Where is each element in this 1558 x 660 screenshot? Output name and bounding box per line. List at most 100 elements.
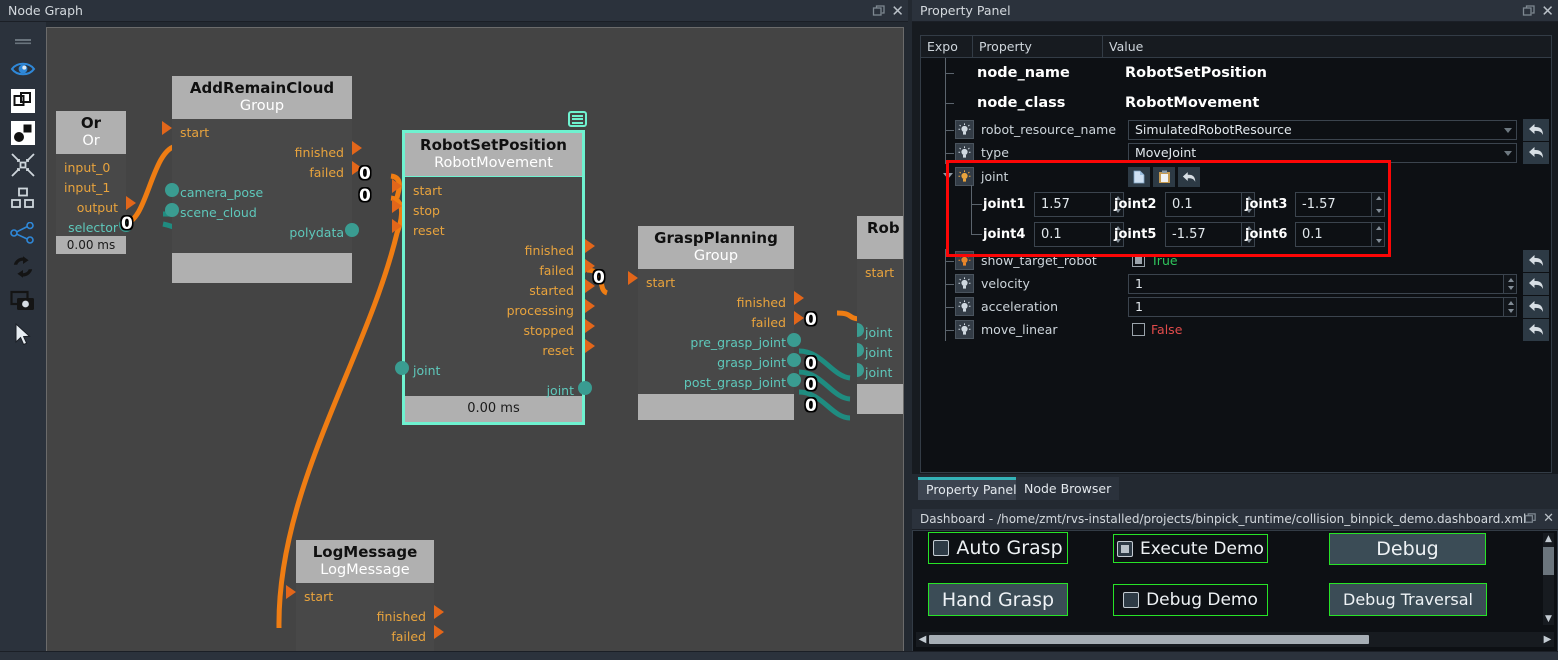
revert-icon[interactable] bbox=[1523, 118, 1549, 141]
column-header-property[interactable]: Property bbox=[973, 36, 1103, 57]
scroll-down-arrow[interactable]: ▼ bbox=[1543, 613, 1554, 625]
revert-icon[interactable] bbox=[1523, 295, 1549, 318]
revert-icon[interactable] bbox=[1523, 249, 1549, 272]
move-linear-checkbox[interactable] bbox=[1132, 323, 1145, 336]
port-start[interactable]: start bbox=[180, 126, 209, 140]
port-failed[interactable]: failed bbox=[751, 316, 786, 330]
property-row-type[interactable]: type MoveJoint bbox=[921, 141, 1551, 164]
close-icon[interactable]: ✕ bbox=[1541, 3, 1554, 18]
port-polydata[interactable]: polydata bbox=[289, 226, 344, 240]
debug-button[interactable]: Debug bbox=[1329, 533, 1486, 565]
velocity-stepper[interactable] bbox=[1503, 274, 1516, 293]
port-stop[interactable]: stop bbox=[413, 204, 440, 218]
expose-bulb-icon[interactable] bbox=[955, 251, 974, 270]
property-row-node_name[interactable]: node_name RobotSetPosition bbox=[921, 58, 1551, 88]
auto-grasp-checkbox[interactable] bbox=[933, 540, 950, 556]
property-row-show_target_robot[interactable]: show_target_robot True bbox=[921, 249, 1551, 272]
close-icon[interactable]: ✕ bbox=[1543, 512, 1554, 526]
joint-row-1[interactable]: joint1 1.57 joint2 0.1 joint3 -1.57 bbox=[921, 185, 1551, 219]
expose-bulb-icon[interactable] bbox=[955, 274, 974, 293]
column-header-expo[interactable]: Expo bbox=[921, 36, 973, 57]
port-joint-2[interactable]: joint bbox=[865, 346, 892, 360]
layout-icon[interactable] bbox=[8, 184, 38, 214]
joint-row-2[interactable]: joint4 0.1 joint5 -1.57 joint6 0.1 bbox=[921, 204, 1551, 249]
close-icon[interactable]: ✕ bbox=[891, 3, 904, 18]
port-reset-in[interactable]: reset bbox=[413, 224, 445, 238]
node-robotsetposition[interactable]: RobotSetPosition RobotMovement start sto… bbox=[392, 130, 595, 425]
port-finished[interactable]: finished bbox=[377, 610, 426, 624]
expose-bulb-icon[interactable] bbox=[955, 320, 974, 339]
execute-demo-checkbox[interactable] bbox=[1117, 540, 1134, 557]
port-started[interactable]: started bbox=[529, 284, 574, 298]
paste-icon[interactable] bbox=[1153, 166, 1175, 187]
auto-grasp-control[interactable]: Auto Grasp bbox=[928, 532, 1068, 564]
acceleration-stepper[interactable] bbox=[1503, 297, 1516, 316]
port-start[interactable]: start bbox=[865, 266, 894, 280]
expose-bulb-icon[interactable] bbox=[955, 120, 974, 139]
port-input_1[interactable]: input_1 bbox=[64, 181, 110, 195]
joint4-input[interactable]: 0.1 bbox=[1034, 221, 1124, 247]
port-finished[interactable]: finished bbox=[525, 244, 574, 258]
node-addremaincloud[interactable]: AddRemainCloud Group start finished fail… bbox=[162, 76, 362, 283]
scroll-left-arrow[interactable]: ◀ bbox=[916, 634, 929, 645]
eye-icon[interactable] bbox=[8, 54, 38, 84]
port-input_0[interactable]: input_0 bbox=[64, 161, 110, 175]
show-target-robot-checkbox[interactable] bbox=[1132, 254, 1145, 267]
group-nodes-icon[interactable] bbox=[8, 118, 38, 148]
grip-handle-icon[interactable] bbox=[8, 26, 38, 56]
port-stopped[interactable]: stopped bbox=[523, 324, 574, 338]
property-row-node_class[interactable]: node_class RobotMovement bbox=[921, 88, 1551, 118]
node-rob-partial[interactable]: Rob start joint joint joint bbox=[857, 216, 903, 414]
port-grasp_joint[interactable]: grasp_joint bbox=[717, 356, 786, 370]
expose-bulb-icon[interactable] bbox=[955, 297, 974, 316]
screenshot-icon[interactable] bbox=[8, 286, 38, 316]
acceleration-input[interactable]: 1 bbox=[1128, 296, 1517, 317]
node-graspplanning[interactable]: GraspPlanning Group start finished faile… bbox=[628, 226, 804, 420]
port-camera_pose[interactable]: camera_pose bbox=[180, 186, 263, 200]
joint3-stepper[interactable] bbox=[1371, 192, 1384, 216]
graph-canvas[interactable]: Or Or input_0 input_1 output selector 0.… bbox=[46, 27, 904, 655]
property-row-joint[interactable]: joint bbox=[921, 164, 1551, 189]
select-all-icon[interactable] bbox=[8, 86, 38, 116]
restore-icon[interactable] bbox=[872, 4, 886, 18]
port-output[interactable]: output bbox=[77, 201, 118, 215]
copy-icon[interactable] bbox=[1128, 166, 1150, 187]
scroll-up-arrow[interactable]: ▲ bbox=[1543, 533, 1554, 545]
property-row-move_linear[interactable]: move_linear False bbox=[921, 318, 1551, 341]
restore-icon[interactable] bbox=[1524, 512, 1538, 526]
port-failed[interactable]: failed bbox=[539, 264, 574, 278]
joint5-input[interactable]: -1.57 bbox=[1165, 221, 1255, 247]
property-row-velocity[interactable]: velocity 1 bbox=[921, 272, 1551, 295]
property-row-robot_resource_name[interactable]: robot_resource_name SimulatedRobotResour… bbox=[921, 118, 1551, 141]
port-joint-3[interactable]: joint bbox=[865, 366, 892, 380]
port-selector[interactable]: selector bbox=[68, 221, 118, 235]
port-scene_cloud[interactable]: scene_cloud bbox=[180, 206, 257, 220]
port-post_grasp_joint[interactable]: post_grasp_joint bbox=[684, 376, 786, 390]
robot-resource-name-combo[interactable]: SimulatedRobotResource bbox=[1128, 119, 1517, 140]
node-or[interactable]: Or Or input_0 input_1 output selector 0.… bbox=[56, 111, 136, 254]
joint6-stepper[interactable] bbox=[1371, 222, 1384, 246]
hand-grasp-button[interactable]: Hand Grasp bbox=[928, 583, 1068, 616]
port-joint-1[interactable]: joint bbox=[865, 326, 892, 340]
property-row-acceleration[interactable]: acceleration 1 bbox=[921, 295, 1551, 318]
debug-demo-control[interactable]: Debug Demo bbox=[1113, 584, 1268, 616]
expose-bulb-icon[interactable] bbox=[955, 143, 974, 162]
node-menu-icon[interactable] bbox=[568, 111, 587, 127]
chevron-down-icon[interactable] bbox=[943, 173, 953, 179]
dashboard-hscroll-thumb[interactable] bbox=[929, 635, 1369, 644]
scroll-right-arrow[interactable]: ▶ bbox=[1541, 634, 1554, 645]
dashboard-horizontal-scrollbar[interactable]: ◀ ▶ bbox=[916, 632, 1554, 647]
port-finished[interactable]: finished bbox=[295, 146, 344, 160]
velocity-input[interactable]: 1 bbox=[1128, 273, 1517, 294]
tab-node-browser[interactable]: Node Browser bbox=[1016, 477, 1120, 500]
dashboard-vscroll-thumb[interactable] bbox=[1543, 547, 1554, 575]
type-combo[interactable]: MoveJoint bbox=[1128, 142, 1517, 163]
restore-icon[interactable] bbox=[1522, 4, 1536, 18]
cursor-icon[interactable] bbox=[8, 320, 38, 350]
port-joint-in[interactable]: joint bbox=[413, 364, 440, 378]
tab-property-panel[interactable]: Property Panel bbox=[918, 477, 1025, 500]
port-failed[interactable]: failed bbox=[391, 630, 426, 644]
port-finished[interactable]: finished bbox=[737, 296, 786, 310]
port-processing[interactable]: processing bbox=[507, 304, 574, 318]
port-start[interactable]: start bbox=[304, 590, 333, 604]
